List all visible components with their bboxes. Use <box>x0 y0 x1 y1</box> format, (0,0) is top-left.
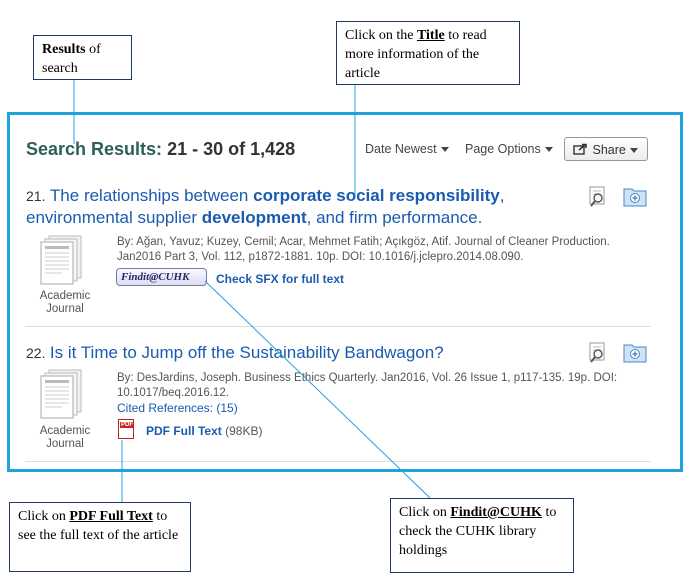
connector-findit <box>204 280 431 499</box>
callout-connector-lines <box>73 80 431 502</box>
